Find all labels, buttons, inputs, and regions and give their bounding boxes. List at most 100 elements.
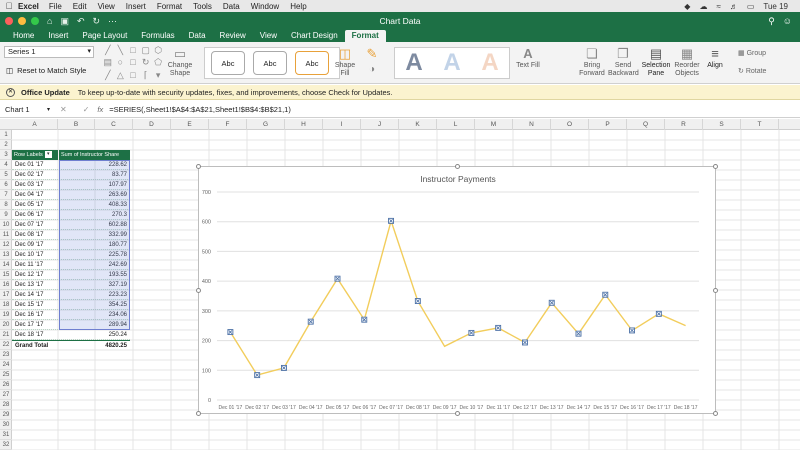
shape-outline-button[interactable]: ✎ ◑ bbox=[362, 46, 382, 75]
row-header[interactable]: 23 bbox=[0, 350, 12, 360]
bring-forward-button[interactable]: ❏ Bring Forward bbox=[578, 46, 606, 78]
menu-help[interactable]: Help bbox=[290, 2, 306, 11]
name-box[interactable]: Chart 1 ▾ bbox=[0, 105, 52, 114]
row-header[interactable]: 28 bbox=[0, 400, 12, 410]
menu-format[interactable]: Format bbox=[157, 2, 182, 11]
row-header[interactable]: 9 bbox=[0, 210, 12, 220]
align-button[interactable]: ≡ Align bbox=[704, 46, 726, 70]
line-shape-icon[interactable]: ╲ bbox=[115, 45, 127, 56]
minimize-window-button[interactable] bbox=[18, 17, 26, 25]
close-window-button[interactable] bbox=[5, 17, 13, 25]
text-box-shape-icon[interactable]: ▤ bbox=[102, 57, 114, 68]
row-header[interactable]: 11 bbox=[0, 230, 12, 240]
redo-icon[interactable]: ↻ bbox=[93, 16, 101, 27]
tab-data[interactable]: Data bbox=[182, 30, 213, 42]
save-icon[interactable]: ▣ bbox=[60, 16, 69, 27]
wordart-gray[interactable]: A bbox=[405, 49, 422, 77]
row-header[interactable]: 12 bbox=[0, 240, 12, 250]
pivot-row[interactable]: Dec 18 '17 250.24 bbox=[12, 330, 130, 340]
column-header[interactable]: O bbox=[551, 119, 589, 130]
menu-view[interactable]: View bbox=[98, 2, 115, 11]
zoom-window-button[interactable] bbox=[31, 17, 39, 25]
chart-element-select[interactable]: Series 1 ▾ bbox=[4, 46, 94, 58]
row-header[interactable]: 2 bbox=[0, 140, 12, 150]
column-header[interactable]: C bbox=[95, 119, 133, 130]
wifi-icon[interactable]: ≈ bbox=[716, 2, 720, 11]
column-header[interactable]: Q bbox=[627, 119, 665, 130]
tab-formulas[interactable]: Formulas bbox=[134, 30, 181, 42]
dropbox-icon[interactable]: ◆ bbox=[684, 2, 690, 11]
resize-handle[interactable] bbox=[455, 411, 460, 416]
shape-gallery[interactable]: ╱ ╲ □ ▢ ⬡ ▤ ○ □ ↻ ⬠ ╱ △ □ ⌈ ▾ bbox=[102, 45, 164, 81]
column-header[interactable]: J bbox=[361, 119, 399, 130]
rotate-button[interactable]: ↻ Rotate bbox=[738, 68, 766, 76]
column-header[interactable]: M bbox=[475, 119, 513, 130]
column-header[interactable]: H bbox=[285, 119, 323, 130]
selection-pane-button[interactable]: ▤ Selection Pane bbox=[640, 46, 672, 78]
pivot-values-header[interactable]: Sum of Instructor Share bbox=[59, 150, 130, 160]
circle-shape-icon[interactable]: ○ bbox=[115, 57, 127, 68]
tab-review[interactable]: Review bbox=[213, 30, 253, 42]
menu-app-name[interactable]: Excel bbox=[18, 2, 39, 11]
tab-home[interactable]: Home bbox=[6, 30, 41, 42]
row-header[interactable]: 20 bbox=[0, 320, 12, 330]
menu-file[interactable]: File bbox=[49, 2, 62, 11]
pentagon-shape-icon[interactable]: ⬠ bbox=[152, 57, 164, 68]
chart-plot[interactable]: Instructor Payments 0 100 200 300 400 500 600 70… bbox=[199, 167, 717, 415]
menu-clock[interactable]: Tue 19 bbox=[763, 2, 788, 11]
check-icon[interactable]: ✓ bbox=[83, 105, 90, 114]
row-header[interactable]: 6 bbox=[0, 180, 12, 190]
resize-handle[interactable] bbox=[196, 411, 201, 416]
column-header[interactable]: S bbox=[703, 119, 741, 130]
volume-icon[interactable]: ♬ bbox=[730, 2, 738, 11]
row-header[interactable]: 25 bbox=[0, 370, 12, 380]
cloud-icon[interactable]: ☁ bbox=[699, 2, 707, 11]
row-header[interactable]: 30 bbox=[0, 420, 12, 430]
menu-tools[interactable]: Tools bbox=[193, 2, 212, 11]
filter-dropdown-icon[interactable]: ▾ bbox=[44, 151, 52, 158]
shape-style-outline[interactable]: Abc bbox=[253, 51, 287, 75]
shape-style-plain[interactable]: Abc bbox=[211, 51, 245, 75]
series-line[interactable] bbox=[229, 218, 686, 376]
apple-icon[interactable]:  bbox=[0, 1, 18, 11]
more-shapes-icon[interactable]: ▾ bbox=[152, 70, 164, 81]
column-header[interactable]: T bbox=[741, 119, 779, 130]
hexagon-shape-icon[interactable]: ⬡ bbox=[152, 45, 164, 56]
wordart-blue[interactable]: A bbox=[443, 49, 460, 77]
column-header[interactable]: I bbox=[323, 119, 361, 130]
tab-page-layout[interactable]: Page Layout bbox=[75, 30, 134, 42]
home-icon[interactable]: ⌂ bbox=[47, 16, 52, 26]
line-shape-icon[interactable]: ╱ bbox=[102, 70, 114, 81]
search-icon[interactable]: ⚲ bbox=[768, 16, 775, 27]
cancel-icon[interactable]: ✕ bbox=[60, 105, 67, 114]
row-header[interactable]: 27 bbox=[0, 390, 12, 400]
column-header[interactable]: D bbox=[133, 119, 171, 130]
arrow-shape-icon[interactable]: ↻ bbox=[140, 57, 152, 68]
share-icon[interactable]: ☺ bbox=[783, 16, 792, 27]
column-header[interactable]: B bbox=[58, 119, 95, 130]
row-header[interactable]: 16 bbox=[0, 280, 12, 290]
close-icon[interactable]: ✕ bbox=[6, 87, 15, 97]
line-chart[interactable]: Instructor Payments 0 100 200 300 400 500 600 70… bbox=[196, 164, 718, 416]
triangle-shape-icon[interactable]: △ bbox=[115, 70, 127, 81]
row-header[interactable]: 32 bbox=[0, 440, 12, 450]
row-header[interactable]: 7 bbox=[0, 190, 12, 200]
shape-fill-button[interactable]: ◫ Shape Fill bbox=[334, 46, 356, 78]
line-shape-icon[interactable]: ╱ bbox=[102, 45, 114, 56]
row-header[interactable]: 29 bbox=[0, 410, 12, 420]
row-header[interactable]: 4 bbox=[0, 160, 12, 170]
column-header[interactable]: G bbox=[247, 119, 285, 130]
tab-insert[interactable]: Insert bbox=[41, 30, 75, 42]
row-header[interactable]: 19 bbox=[0, 310, 12, 320]
reset-to-match-style-button[interactable]: ◫ Reset to Match Style bbox=[6, 66, 86, 75]
row-header[interactable]: 21 bbox=[0, 330, 12, 340]
undo-icon[interactable]: ↶ bbox=[77, 16, 85, 27]
column-header[interactable]: E bbox=[171, 119, 209, 130]
resize-handle[interactable] bbox=[455, 164, 460, 169]
column-header[interactable]: L bbox=[437, 119, 475, 130]
row-header[interactable]: 17 bbox=[0, 290, 12, 300]
square-shape-icon[interactable]: □ bbox=[127, 70, 139, 81]
reorder-objects-button[interactable]: ▦ Reorder Objects bbox=[673, 46, 701, 78]
resize-handle[interactable] bbox=[196, 164, 201, 169]
row-header[interactable]: 3 bbox=[0, 150, 12, 160]
